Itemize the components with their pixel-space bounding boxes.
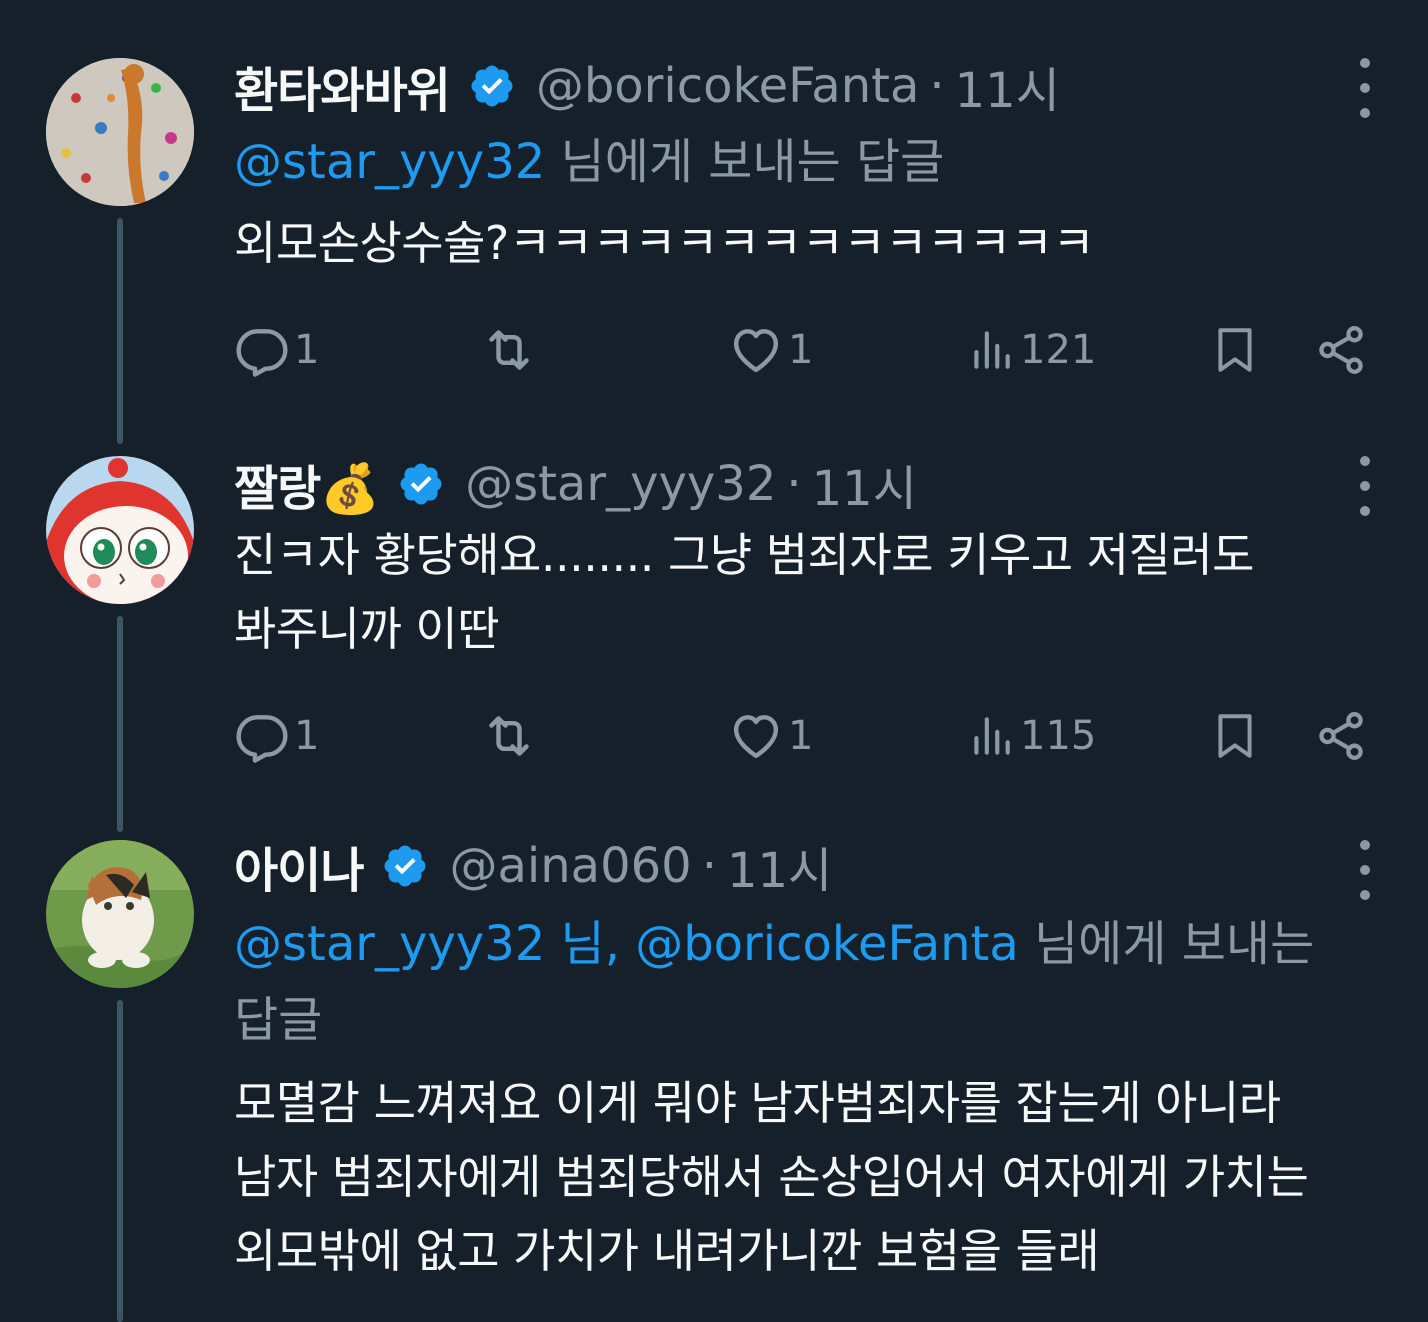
verified-badge-icon	[384, 845, 426, 887]
tweet-text-line: 모멸감 느껴져요 이게 뭐야 남자범죄자를 잡는게 아니라	[234, 1076, 1281, 1130]
retweet-button[interactable]	[478, 706, 540, 766]
tweet-header: 짤랑💰 @star_yyy32 · 11시	[234, 449, 917, 519]
reply-count: 1	[294, 713, 320, 759]
tweet-header: 환타와바위 @boricokeFanta · 11시	[234, 51, 1060, 121]
tweet-header: 아이나 @aina060 · 11시	[234, 831, 832, 901]
reply-mention[interactable]: @star_yyy32 님, @boricokeFanta	[234, 916, 1019, 972]
views-button[interactable]: 115	[966, 706, 1096, 766]
retweet-icon	[489, 716, 529, 756]
like-button[interactable]: 1	[728, 706, 813, 766]
more-icon[interactable]	[1352, 456, 1378, 516]
retweet-button[interactable]	[478, 320, 540, 380]
views-button[interactable]: 121	[966, 320, 1096, 380]
avatar[interactable]	[46, 456, 194, 604]
thread-line	[117, 1000, 123, 1322]
timestamp[interactable]: 11시	[727, 831, 832, 901]
separator-dot: ·	[929, 58, 945, 114]
tweet-text-line: 진ㅋ자 황당해요........ 그냥 범죄자로 키우고 저질러도	[234, 528, 1255, 582]
reply-suffix: 님에게 보내는	[1018, 916, 1315, 972]
reply-button[interactable]: 1	[234, 320, 319, 380]
tweet-text-line: 남자 범죄자에게 범죄당해서 손상입어서 여자에게 가치는	[234, 1150, 1309, 1204]
verified-badge-icon	[400, 463, 442, 505]
views-count: 121	[1020, 327, 1097, 373]
views-icon	[974, 331, 1010, 369]
action-bar: 1 1 115	[234, 706, 1374, 766]
bookmark-button[interactable]	[1210, 706, 1260, 766]
separator-dot: ·	[701, 838, 717, 894]
reply-icon	[236, 329, 288, 377]
like-button[interactable]: 1	[728, 320, 813, 380]
more-icon[interactable]	[1352, 58, 1378, 118]
verified-badge-icon	[471, 65, 513, 107]
bookmark-icon	[1218, 714, 1252, 758]
share-icon	[1319, 712, 1363, 760]
reply-count: 1	[294, 327, 320, 373]
handle[interactable]: @boricokeFanta	[536, 58, 920, 114]
like-count: 1	[788, 327, 814, 373]
views-icon	[974, 717, 1010, 755]
reply-icon	[236, 715, 288, 763]
tweet-text: 진ㅋ자 황당해요........ 그냥 범죄자로 키우고 저질러도 봐주니까 이…	[234, 518, 1394, 666]
heart-icon	[733, 715, 779, 759]
action-bar: 1 1 121	[234, 320, 1374, 380]
timestamp[interactable]: 11시	[955, 51, 1060, 121]
tweet-text-line: 외모밖에 없고 가치가 내려가니깐 보험을 들래	[234, 1224, 1100, 1278]
tweet-text-line: 봐주니까 이딴	[234, 602, 500, 656]
display-name[interactable]: 아이나	[234, 831, 364, 901]
views-count: 115	[1020, 713, 1097, 759]
heart-icon	[733, 329, 779, 373]
share-button[interactable]	[1314, 706, 1368, 766]
reply-suffix-line2: 답글	[234, 992, 323, 1048]
thread-line	[117, 616, 123, 832]
display-name[interactable]: 환타와바위	[234, 51, 451, 121]
reply-suffix: 님에게 보내는 답글	[545, 134, 945, 190]
reply-context: @star_yyy32 님, @boricokeFanta 님에게 보내는 답글	[234, 906, 1384, 1058]
bookmark-icon	[1218, 328, 1252, 372]
bookmark-button[interactable]	[1210, 320, 1260, 380]
timestamp[interactable]: 11시	[812, 449, 917, 519]
handle[interactable]: @star_yyy32	[465, 456, 776, 512]
share-icon	[1319, 326, 1363, 374]
like-count: 1	[788, 713, 814, 759]
handle[interactable]: @aina060	[449, 838, 691, 894]
tweet-text: 외모손상수술?ㅋㅋㅋㅋㅋㅋㅋㅋㅋㅋㅋㅋㅋㅋ	[234, 216, 1095, 270]
separator-dot: ·	[786, 456, 802, 512]
share-button[interactable]	[1314, 320, 1368, 380]
avatar[interactable]	[46, 840, 194, 988]
thread-line	[117, 218, 123, 444]
tweet-text: 모멸감 느껴져요 이게 뭐야 남자범죄자를 잡는게 아니라 남자 범죄자에게 범…	[234, 1066, 1394, 1288]
reply-button[interactable]: 1	[234, 706, 319, 766]
reply-context: @star_yyy32 님에게 보내는 답글	[234, 124, 1384, 200]
retweet-icon	[489, 330, 529, 370]
reply-mention[interactable]: @star_yyy32	[234, 134, 545, 190]
more-icon[interactable]	[1352, 840, 1378, 900]
display-name[interactable]: 짤랑💰	[234, 449, 380, 519]
avatar[interactable]	[46, 58, 194, 206]
